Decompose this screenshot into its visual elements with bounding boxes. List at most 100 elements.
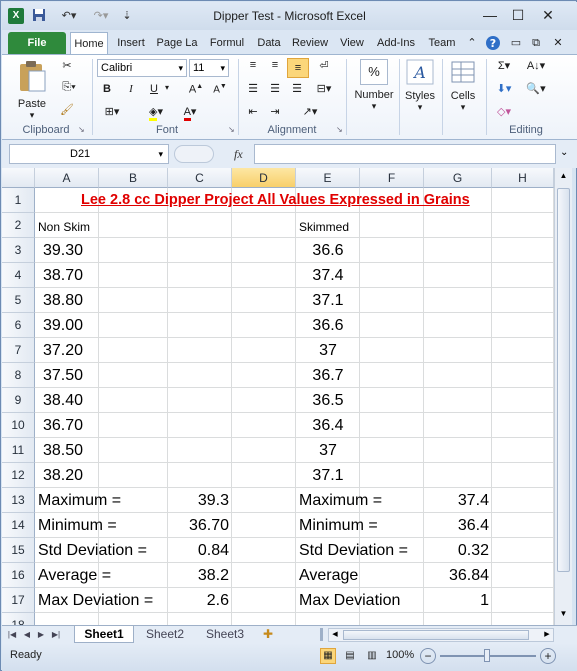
- grid-cell[interactable]: [424, 438, 492, 463]
- grid-cell[interactable]: [492, 313, 554, 338]
- grid-cell[interactable]: [492, 438, 554, 463]
- minimize-button[interactable]: —: [476, 5, 504, 25]
- column-header-f[interactable]: F: [360, 168, 424, 188]
- grid-cell[interactable]: [424, 238, 492, 263]
- nonskim-value[interactable]: 36.70: [43, 416, 101, 435]
- grid-cell[interactable]: [424, 263, 492, 288]
- nonskim-stat[interactable]: 38.2: [171, 566, 229, 585]
- nonskim-value[interactable]: 37.50: [43, 366, 101, 385]
- grid-cell[interactable]: [99, 213, 168, 238]
- nonskim-value[interactable]: 39.00: [43, 316, 101, 335]
- workbook-close-icon[interactable]: ✕: [550, 32, 566, 54]
- skimmed-value[interactable]: 36.7: [299, 366, 357, 385]
- font-color-button[interactable]: A▾: [176, 105, 204, 121]
- grid-cell[interactable]: [424, 463, 492, 488]
- grid-cell[interactable]: [360, 238, 424, 263]
- sort-filter-icon[interactable]: A↓▾: [522, 59, 550, 72]
- grid-cell[interactable]: [360, 413, 424, 438]
- sheet-tab-sheet2[interactable]: Sheet2: [136, 626, 194, 643]
- skimmed-value[interactable]: 36.6: [299, 241, 357, 260]
- scroll-left-arrow[interactable]: ◀: [329, 629, 341, 641]
- row-header-8[interactable]: 8: [2, 363, 35, 388]
- grid-cell[interactable]: [232, 288, 296, 313]
- grid-cell[interactable]: [492, 613, 554, 625]
- grid-cell[interactable]: [360, 313, 424, 338]
- grid-cell[interactable]: [424, 313, 492, 338]
- grid-cell[interactable]: [168, 438, 232, 463]
- insert-sheet-icon[interactable]: ✚: [258, 626, 278, 643]
- column-header-e[interactable]: E: [296, 168, 360, 188]
- grid-cell[interactable]: [232, 438, 296, 463]
- sheet-tab-sheet3[interactable]: Sheet3: [196, 626, 254, 643]
- vertical-scrollbar[interactable]: ▲ ▼: [554, 168, 572, 625]
- formula-input[interactable]: [254, 144, 556, 164]
- row-header-14[interactable]: 14: [2, 513, 35, 538]
- zoom-out-button[interactable]: −: [420, 648, 436, 664]
- grid-cell[interactable]: [424, 338, 492, 363]
- nonskim-stat[interactable]: 39.3: [171, 491, 229, 510]
- cut-icon[interactable]: ✂: [58, 59, 76, 72]
- grid-cell[interactable]: [99, 238, 168, 263]
- row-header-9[interactable]: 9: [2, 388, 35, 413]
- underline-button[interactable]: U: [147, 83, 161, 95]
- stat-label[interactable]: Maximum =: [299, 491, 439, 510]
- row-header-15[interactable]: 15: [2, 538, 35, 563]
- column-header-h[interactable]: H: [492, 168, 554, 188]
- align-right-icon[interactable]: ☰: [288, 82, 306, 95]
- grid-cell[interactable]: [232, 363, 296, 388]
- grid-cell[interactable]: [99, 313, 168, 338]
- grid-cell[interactable]: [360, 463, 424, 488]
- grid-cell[interactable]: [424, 388, 492, 413]
- stat-label[interactable]: Maximum =: [38, 491, 178, 510]
- align-center-icon[interactable]: ☰: [266, 82, 284, 95]
- stat-label[interactable]: Max Deviation: [299, 591, 439, 610]
- grid-cell[interactable]: [492, 588, 554, 613]
- grid-cell[interactable]: [168, 263, 232, 288]
- grid-cell[interactable]: [99, 413, 168, 438]
- underline-dropdown-icon[interactable]: ▾: [162, 83, 172, 92]
- row-header-4[interactable]: 4: [2, 263, 35, 288]
- formula-divider-handle[interactable]: [174, 145, 214, 163]
- grid-cell[interactable]: [168, 413, 232, 438]
- grid-cell[interactable]: [492, 413, 554, 438]
- grid-cell[interactable]: [492, 238, 554, 263]
- grid-cell[interactable]: [492, 338, 554, 363]
- skimmed-stat[interactable]: 1: [427, 591, 489, 610]
- grid-cell[interactable]: [424, 613, 492, 625]
- last-sheet-arrow[interactable]: ▶|: [50, 626, 62, 643]
- font-size-combo[interactable]: 11 ▾: [189, 59, 229, 77]
- clear-icon[interactable]: ◇▾: [492, 105, 516, 118]
- stat-label[interactable]: Std Deviation =: [38, 541, 178, 560]
- grid-cell[interactable]: [232, 313, 296, 338]
- sheet-tab-sheet1[interactable]: Sheet1: [74, 626, 134, 643]
- zoom-in-button[interactable]: +: [540, 648, 556, 664]
- stat-label[interactable]: Max Deviation =: [38, 591, 178, 610]
- skimmed-value[interactable]: 36.4: [299, 416, 357, 435]
- wrap-text-icon[interactable]: ⏎: [314, 59, 334, 72]
- grid-cell[interactable]: [99, 263, 168, 288]
- grid-cell[interactable]: [360, 288, 424, 313]
- align-bottom-button[interactable]: ≡: [287, 58, 309, 78]
- grid-cell[interactable]: [168, 213, 232, 238]
- tab-insert[interactable]: Insert: [112, 32, 150, 54]
- grid-cell[interactable]: [360, 213, 424, 238]
- borders-icon[interactable]: ⊞▾: [100, 105, 124, 118]
- grid-cell[interactable]: [492, 363, 554, 388]
- nonskim-value[interactable]: 38.20: [43, 466, 101, 485]
- horizontal-scrollbar[interactable]: ◀ ▶: [328, 628, 554, 642]
- nonskim-stat[interactable]: 2.6: [171, 591, 229, 610]
- grid-cell[interactable]: [168, 238, 232, 263]
- column-header-a[interactable]: A: [35, 168, 99, 188]
- grid-cell[interactable]: [232, 338, 296, 363]
- grid-cell[interactable]: [232, 413, 296, 438]
- orientation-icon[interactable]: ↗▾: [298, 105, 322, 118]
- column-header-d[interactable]: D: [232, 168, 296, 188]
- header-skimmed[interactable]: Skimmed: [299, 218, 357, 237]
- nonskim-stat[interactable]: 0.84: [171, 541, 229, 560]
- grid-cell[interactable]: [168, 613, 232, 625]
- workbook-minimize-icon[interactable]: ▭: [508, 32, 524, 54]
- nonskim-value[interactable]: 38.50: [43, 441, 101, 460]
- insert-function-icon[interactable]: fx: [234, 147, 243, 162]
- grid-cell[interactable]: [424, 363, 492, 388]
- grid-cell[interactable]: [99, 288, 168, 313]
